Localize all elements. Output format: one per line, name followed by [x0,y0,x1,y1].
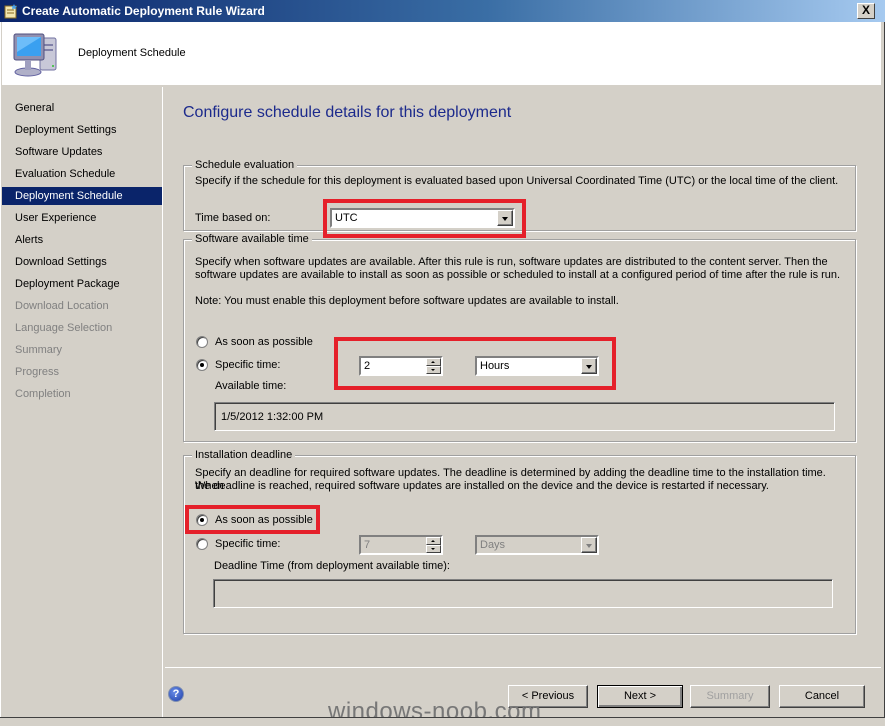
available-specific-time-label: Specific time: [215,359,281,371]
software-available-description-line2: software updates are available to instal… [195,269,841,281]
chevron-down-icon [581,537,597,553]
deadline-time-label: Deadline Time (from deployment available… [214,560,450,572]
deadline-specific-time-radio[interactable]: Specific time: [196,538,280,550]
sidebar-item-completion: Completion [15,388,71,400]
sidebar-item-user-experience[interactable]: User Experience [2,209,162,227]
wizard-steps-sidebar: General Deployment Settings Software Upd… [2,87,163,717]
wizard-header: Deployment Schedule [2,22,881,85]
deadline-unit-value: Days [480,539,506,551]
radio-unchecked-icon [196,538,208,550]
available-time-display: 1/5/2012 1:32:00 PM [214,402,835,431]
radio-unchecked-icon [196,336,208,348]
highlight-box-specific-time [334,337,616,390]
time-based-on-label: Time based on: [195,212,271,224]
radio-checked-icon [196,359,208,371]
deadline-unit-select: Days [475,535,599,555]
installation-deadline-legend: Installation deadline [192,449,296,461]
header-title: Deployment Schedule [78,47,186,59]
available-specific-time-radio[interactable]: Specific time: [196,359,280,371]
sidebar-item-evaluation-schedule[interactable]: Evaluation Schedule [2,165,162,183]
deadline-amount-value: 7 [364,539,371,551]
close-icon: X [861,3,870,17]
software-available-time-legend: Software available time [192,233,312,245]
available-asap-label: As soon as possible [215,336,313,348]
sidebar-item-summary: Summary [15,344,63,356]
window-title: Create Automatic Deployment Rule Wizard [22,4,265,18]
help-icon[interactable]: ? [168,686,184,702]
available-time-value: 1/5/2012 1:32:00 PM [221,411,324,423]
sidebar-item-software-updates[interactable]: Software Updates [2,143,162,161]
software-available-note: Note: You must enable this deployment be… [195,295,619,307]
sidebar-item-language-selection: Language Selection [15,322,113,334]
spin-down-icon [426,545,441,553]
sidebar-item-alerts[interactable]: Alerts [2,231,162,249]
available-time-label: Available time: [215,380,287,392]
schedule-evaluation-description: Specify if the schedule for this deploym… [195,175,839,187]
deadline-specific-time-label: Specific time: [215,538,281,550]
footer-separator [165,667,881,668]
computer-icon [13,33,57,77]
sidebar-item-deployment-package[interactable]: Deployment Package [2,275,162,293]
schedule-evaluation-legend: Schedule evaluation [192,159,298,171]
close-button[interactable]: X [857,3,875,19]
deadline-amount-spinner: 7 [359,535,443,555]
sidebar-item-progress: Progress [15,366,60,378]
sidebar-item-download-location: Download Location [15,300,109,312]
wizard-page-content: Configure schedule details for this depl… [165,87,881,667]
page-title: Configure schedule details for this depl… [183,104,512,121]
title-bar: Create Automatic Deployment Rule Wizard … [0,0,885,22]
software-available-description-line1: Specify when software updates are availa… [195,256,828,268]
deadline-description-line2: the deadline is reached, required softwa… [195,480,769,492]
cancel-button[interactable]: Cancel [779,685,865,708]
wizard-app-icon [4,4,17,19]
sidebar-item-download-settings[interactable]: Download Settings [2,253,162,271]
deadline-time-display [213,579,833,608]
highlight-box-deadline-asap [185,505,320,534]
highlight-box-time-based [323,199,526,238]
window-frame-bottom [0,717,885,726]
spin-up-icon [426,537,441,545]
sidebar-item-deployment-settings[interactable]: Deployment Settings [2,121,162,139]
window-frame-right [881,22,885,722]
sidebar-item-general[interactable]: General [2,99,162,117]
summary-button: Summary [690,685,770,708]
available-asap-radio[interactable]: As soon as possible [196,336,313,348]
next-button[interactable]: Next > [597,685,683,708]
sidebar-item-deployment-schedule[interactable]: Deployment Schedule [2,187,162,205]
